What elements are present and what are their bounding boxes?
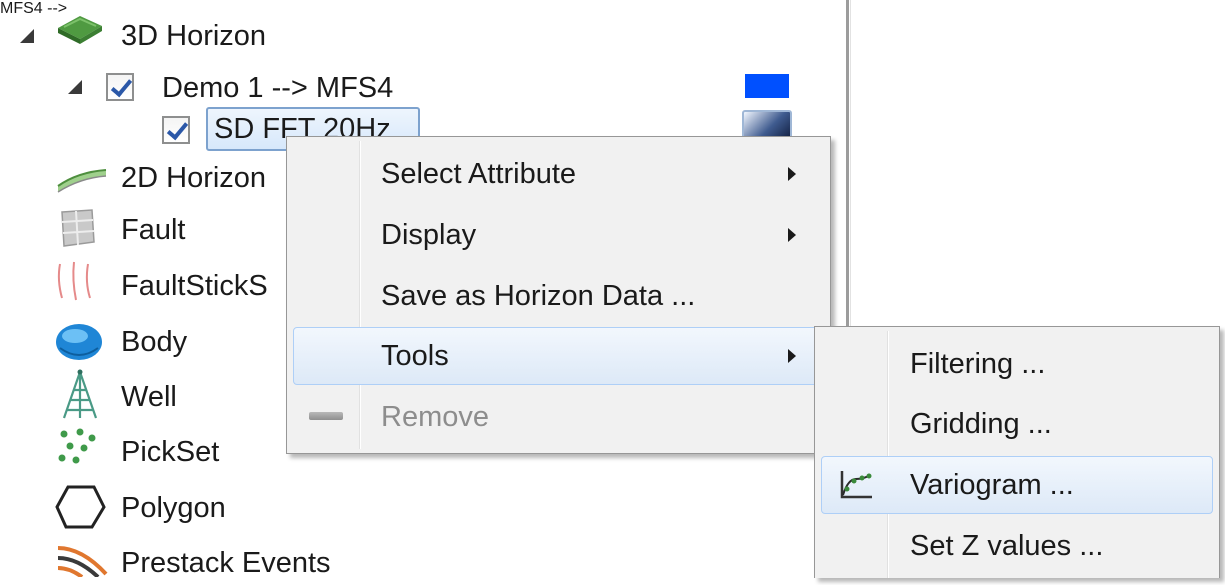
submenu-item-variogram[interactable]: Variogram ... [821, 456, 1213, 514]
menu-item-label: Display [381, 218, 477, 251]
horizon-2d-icon [54, 160, 110, 201]
body-icon [52, 318, 106, 369]
fault-icon [56, 208, 100, 253]
polygon-icon [54, 483, 106, 536]
variogram-icon [838, 469, 874, 509]
expand-arrow-demo1[interactable] [68, 80, 82, 94]
submenu-arrow-icon [788, 167, 796, 181]
menu-item-tools[interactable]: Tools [293, 327, 824, 385]
horizon-3d-icon [54, 12, 106, 51]
menu-item-remove[interactable]: Remove [293, 388, 824, 446]
tree-item-label: 3D Horizon [121, 19, 267, 52]
tree-item-label: Fault [121, 213, 186, 246]
menu-item-label: Variogram ... [910, 468, 1074, 501]
tree-item-label: Body [121, 325, 188, 358]
menu-item-label: Save as Horizon Data ... [381, 279, 696, 312]
tree-item-faultsticks[interactable]: FaultStickS [121, 264, 268, 308]
menu-item-label: Filtering ... [910, 347, 1046, 380]
submenu-item-set-z-values[interactable]: Set Z values ... [821, 517, 1213, 575]
tree-item-label: Prestack Events [121, 546, 331, 579]
menu-item-save-as-horizon-data[interactable]: Save as Horizon Data ... [293, 267, 824, 325]
submenu-arrow-icon [788, 228, 796, 242]
menu-item-label: Tools [381, 339, 449, 372]
tree-item-demo1-mfs4[interactable]: Demo 1 --> MFS4 [162, 66, 393, 110]
menu-item-display[interactable]: Display [293, 206, 824, 264]
submenu-arrow-icon [788, 349, 796, 363]
submenu-item-filtering[interactable]: Filtering ... [821, 335, 1213, 393]
checkbox-demo1[interactable] [106, 73, 134, 101]
faultstick-icon [54, 260, 98, 307]
tree-item-label: FaultStickS [121, 269, 268, 302]
menu-item-label: Gridding ... [910, 407, 1052, 440]
menu-item-label: Set Z values ... [910, 529, 1104, 562]
tree-item-well[interactable]: Well [121, 375, 177, 419]
tree-item-label: Polygon [121, 491, 226, 524]
tree-item-label: Well [121, 380, 177, 413]
prestack-events-icon [56, 540, 108, 582]
tree-item-pickset[interactable]: PickSet [121, 430, 219, 474]
tree-item-label: PickSet [121, 435, 220, 468]
well-icon [58, 368, 102, 427]
remove-icon [309, 412, 343, 420]
tree-item-label: 2D Horizon [121, 161, 267, 194]
expand-arrow-3d-horizon[interactable] [20, 29, 34, 43]
menu-item-select-attribute[interactable]: Select Attribute [293, 145, 824, 203]
submenu-item-gridding[interactable]: Gridding ... [821, 395, 1213, 453]
checkbox-sd-fft[interactable] [162, 116, 190, 144]
color-swatch-demo1[interactable] [745, 74, 789, 98]
tree-item-body[interactable]: Body [121, 320, 187, 364]
menu-item-label: Remove [381, 400, 489, 433]
pickset-icon [56, 426, 100, 471]
tree-item-label: Demo 1 --> MFS4 [162, 71, 394, 104]
menu-item-label: Select Attribute [381, 157, 577, 190]
tree-item-2d-horizon[interactable]: 2D Horizon [121, 156, 266, 200]
tree-item-prestack-events[interactable]: Prestack Events [121, 541, 331, 585]
tools-submenu: Filtering ... Gridding ... Variogram ...… [814, 326, 1220, 578]
context-menu: Select Attribute Display Save as Horizon… [286, 136, 831, 454]
tree-item-fault[interactable]: Fault [121, 208, 185, 252]
tree-item-3d-horizon[interactable]: 3D Horizon [121, 14, 266, 58]
tree-item-polygon[interactable]: Polygon [121, 486, 226, 530]
